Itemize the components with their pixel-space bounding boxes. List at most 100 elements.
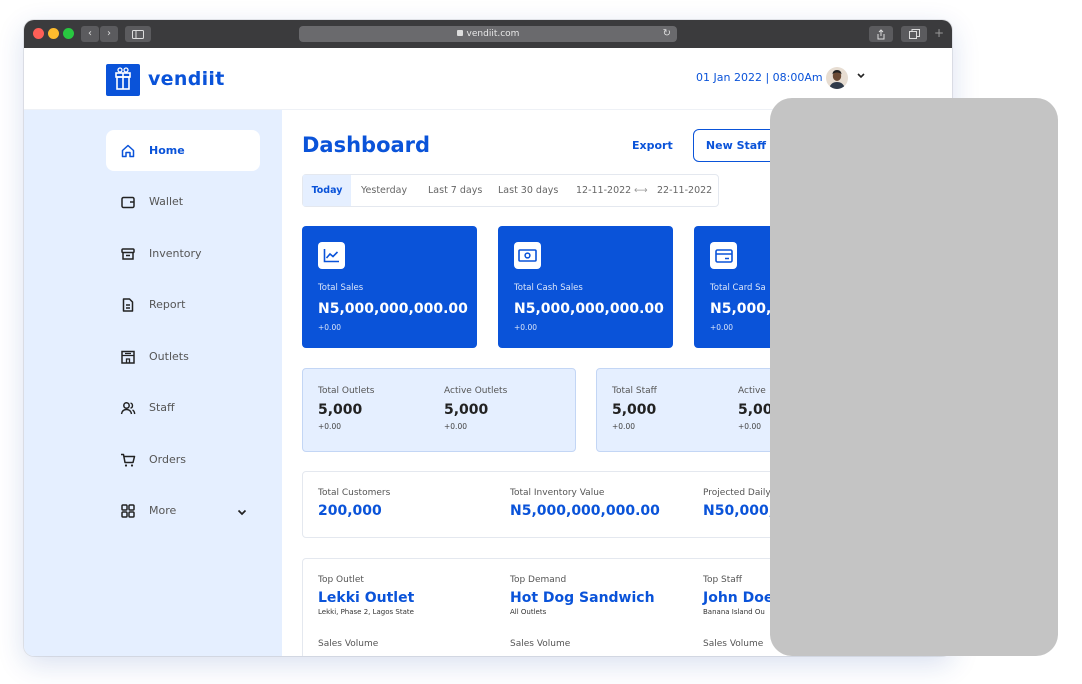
sidebar-item-more[interactable]: More <box>106 490 260 531</box>
date-filter-bar: Today Yesterday Last 7 days Last 30 days… <box>302 174 719 207</box>
staff-people-icon <box>120 400 136 416</box>
stat-title: Top Staff <box>703 575 743 585</box>
top-demand-stat[interactable]: Top Demand Hot Dog Sandwich All Outlets … <box>510 575 655 649</box>
address-text: vendiit.com <box>466 29 520 39</box>
sidebar-item-inventory[interactable]: Inventory <box>106 233 260 274</box>
card-delta: +0.00 <box>318 323 341 332</box>
stat-value: 5,000 <box>444 402 489 418</box>
sidebar-item-outlets[interactable]: Outlets <box>106 336 260 377</box>
active-staff-stat: Active 5,00 +0.00 <box>738 386 773 431</box>
stat-delta: +0.00 <box>612 422 635 431</box>
home-icon <box>120 143 136 159</box>
sales-volume-label: Sales Volume <box>703 639 764 649</box>
sales-volume-label: Sales Volume <box>510 639 571 649</box>
sidebar-item-report[interactable]: Report <box>106 284 260 325</box>
filter-today[interactable]: Today <box>303 175 351 206</box>
stat-subtitle: Lekki, Phase 2, Lagos State <box>318 608 414 616</box>
stat-value: N5,000,000,000.00 <box>510 503 660 519</box>
stat-value: 200,000 <box>318 503 382 519</box>
stat-delta: +0.00 <box>738 422 761 431</box>
date-range-arrow-icon: ⟷ <box>634 185 648 196</box>
chevron-down-icon[interactable] <box>236 503 248 522</box>
card-title: Total Card Sa <box>710 283 766 293</box>
card-delta: +0.00 <box>514 323 537 332</box>
maximize-window-button[interactable] <box>63 28 74 39</box>
sidebar-item-orders[interactable]: Orders <box>106 439 260 480</box>
date-range-start[interactable]: 12-11-2022 <box>576 175 631 206</box>
stat-value: 5,000 <box>318 402 363 418</box>
reload-icon[interactable]: ↻ <box>663 26 671 42</box>
share-icon <box>877 28 885 39</box>
inventory-box-icon <box>120 246 136 262</box>
screenshot-stage: ‹ › vendiit.com ↻ + vendiit 01 Jan 2022 … <box>0 0 1082 684</box>
sidebar-item-label: Outlets <box>149 350 189 363</box>
sidebar-item-label: Report <box>149 298 186 311</box>
sidebar: Home Wallet Inventory Report Outlets Sta… <box>24 110 282 656</box>
redaction-overlay <box>770 98 1058 656</box>
total-staff-stat: Total Staff 5,000 +0.00 <box>612 386 657 431</box>
sidebar-item-label: Wallet <box>149 195 184 208</box>
stat-title: Active <box>738 386 766 396</box>
filter-last-30-days[interactable]: Last 30 days <box>498 175 558 206</box>
export-button[interactable]: Export <box>632 139 673 152</box>
date-range-end[interactable]: 22-11-2022 <box>657 175 712 206</box>
new-tab-button[interactable]: + <box>934 26 944 40</box>
account-menu-button[interactable] <box>856 70 866 83</box>
stat-title: Top Demand <box>510 575 567 585</box>
chart-line-icon <box>318 242 345 269</box>
filter-last-7-days[interactable]: Last 7 days <box>428 175 482 206</box>
filter-yesterday[interactable]: Yesterday <box>361 175 407 206</box>
wallet-icon <box>120 194 136 210</box>
stat-value: Lekki Outlet <box>318 590 415 606</box>
sidebar-item-label: More <box>149 504 177 517</box>
user-avatar[interactable] <box>826 67 848 89</box>
tabs-overview-button[interactable] <box>901 26 927 42</box>
grid-icon <box>120 503 136 519</box>
total-cash-sales-card[interactable]: Total Cash Sales N5,000,000,000.00 +0.00 <box>498 226 673 348</box>
gift-logo-icon <box>115 67 131 90</box>
cart-icon <box>120 452 136 468</box>
sidebar-item-wallet[interactable]: Wallet <box>106 181 260 222</box>
vendiit-logo[interactable] <box>106 64 140 96</box>
back-button[interactable]: ‹ <box>81 26 99 42</box>
stat-subtitle: Banana Island Ou <box>703 608 765 616</box>
page-title: Dashboard <box>302 133 431 157</box>
stat-title: Total Inventory Value <box>510 488 605 498</box>
top-staff-stat[interactable]: Top Staff John Doe Banana Island Ou Sale… <box>703 575 773 649</box>
minimize-window-button[interactable] <box>48 28 59 39</box>
stat-title: Top Outlet <box>318 575 364 585</box>
top-outlet-stat[interactable]: Top Outlet Lekki Outlet Lekki, Phase 2, … <box>318 575 414 649</box>
stat-value: John Doe <box>703 590 774 606</box>
total-sales-card[interactable]: Total Sales N5,000,000,000.00 +0.00 <box>302 226 477 348</box>
sidebar-toggle-button[interactable] <box>125 26 151 42</box>
forward-button[interactable]: › <box>100 26 118 42</box>
sidebar-item-staff[interactable]: Staff <box>106 387 260 428</box>
card-value: N5,000,000,000.00 <box>318 301 468 317</box>
outlets-summary-box[interactable]: Total Outlets 5,000 +0.00 Active Outlets… <box>302 368 576 452</box>
brand-name[interactable]: vendiit <box>148 68 225 90</box>
stat-title: Total Customers <box>318 488 391 498</box>
card-value: N5,000,000,000.00 <box>514 301 664 317</box>
tabs-icon <box>908 29 920 39</box>
active-outlets-stat: Active Outlets 5,000 +0.00 <box>444 386 507 431</box>
total-outlets-stat: Total Outlets 5,000 +0.00 <box>318 386 374 431</box>
store-icon <box>120 349 136 365</box>
cash-icon <box>514 242 541 269</box>
user-avatar-image <box>829 70 845 89</box>
stat-delta: +0.00 <box>444 422 467 431</box>
stat-title: Total Staff <box>612 386 657 396</box>
share-button[interactable] <box>869 26 893 42</box>
inventory-value-stat: Total Inventory Value N5,000,000,000.00 <box>510 488 660 519</box>
credit-card-icon <box>710 242 737 269</box>
new-staff-button[interactable]: New Staff <box>693 129 779 162</box>
address-bar[interactable]: vendiit.com ↻ <box>299 26 677 42</box>
sidebar-item-label: Inventory <box>149 247 202 260</box>
sidebar-item-home[interactable]: Home <box>106 130 260 171</box>
stat-value: 5,000 <box>612 402 657 418</box>
stat-value: 5,00 <box>738 402 773 418</box>
stat-title: Active Outlets <box>444 386 508 396</box>
card-title: Total Cash Sales <box>514 283 583 293</box>
stat-title: Total Outlets <box>318 386 375 396</box>
chevron-down-icon <box>857 73 865 79</box>
close-window-button[interactable] <box>33 28 44 39</box>
